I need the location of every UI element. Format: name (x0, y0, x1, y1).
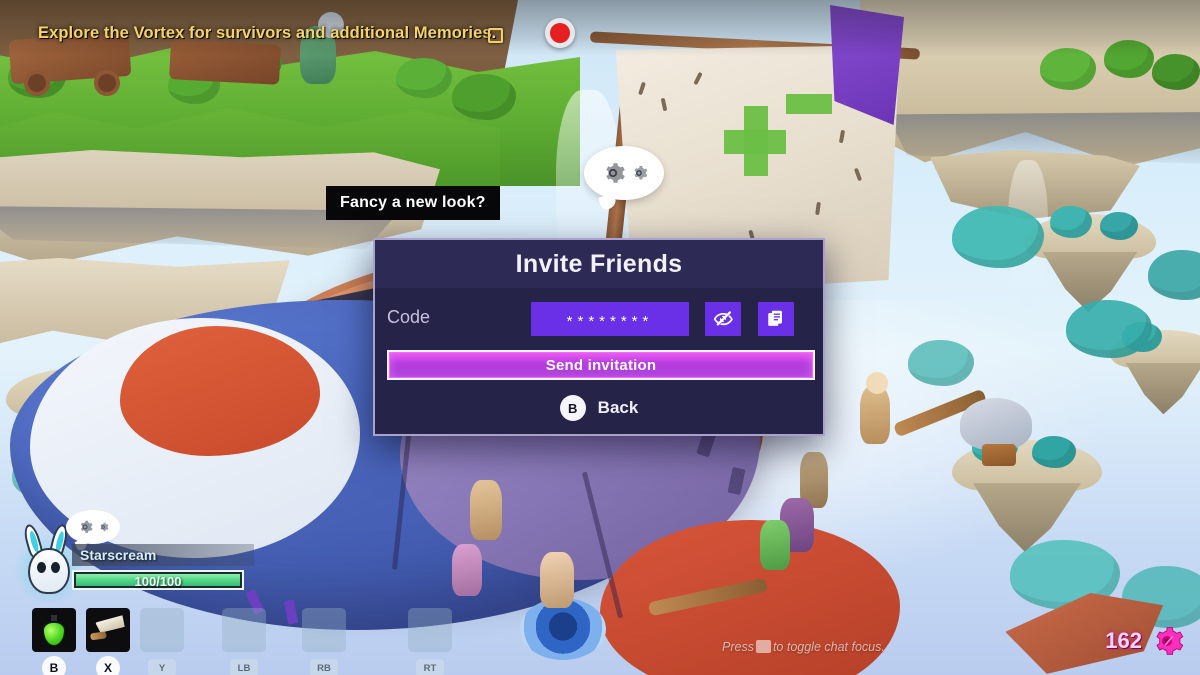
crew-member (866, 372, 888, 394)
send-invitation-wrapper: Send invitation (387, 350, 815, 380)
interaction-tooltip: Fancy a new look? (326, 186, 500, 220)
gear-cog-icon (1156, 627, 1184, 655)
page-title: Invite Friends (515, 249, 683, 278)
invite-code-input[interactable]: ******** (531, 302, 689, 336)
hotbar: B X Y LB RB RT (32, 608, 452, 675)
sail-patch (744, 106, 768, 176)
crew-member (452, 544, 482, 596)
hotbar-key-y: Y (148, 659, 176, 675)
tree (1152, 54, 1200, 90)
hotbar-slot-empty-rb[interactable]: RB (302, 608, 346, 675)
currency-amount: 162 (1105, 628, 1142, 653)
balloon-airship-small-basket (982, 444, 1016, 466)
empty-checkbox-icon (488, 28, 503, 43)
currency-display: 162 (1105, 624, 1184, 658)
chat-focus-hint: Press to toggle chat focus. (722, 640, 885, 654)
quest-objective-text: Explore the Vortex for survivors and add… (38, 24, 497, 42)
avatar-gears-bubble-icon (66, 510, 120, 544)
crew-member (760, 520, 790, 570)
sail-patch (786, 94, 832, 114)
hotbar-slot-empty-rt[interactable]: RT (408, 608, 452, 675)
hotbar-slot-potion[interactable]: B (32, 608, 76, 675)
health-potion-icon (43, 614, 65, 646)
cleaver-icon (89, 611, 129, 649)
record-cursor-icon (545, 18, 575, 48)
dialog-body: Code ******** Send invitation B Back (375, 288, 823, 438)
back-button[interactable]: B Back (375, 392, 823, 424)
chat-hint-suffix: to toggle chat focus. (772, 640, 885, 654)
tree-cluster (908, 340, 974, 386)
avatar-body (28, 548, 70, 594)
hotbar-key-lb: LB (230, 659, 258, 675)
hotbar-slot-empty-lb[interactable]: LB (222, 608, 266, 675)
code-label: Code (387, 307, 431, 327)
player-name: Starscream (80, 547, 157, 563)
avatar-eye-left (37, 562, 46, 573)
copy-code-button[interactable] (758, 302, 794, 336)
dialog-header: Invite Friends (375, 240, 823, 288)
back-label: Back (597, 398, 639, 417)
avatar-eye-right (51, 562, 60, 573)
cart-wheel (24, 70, 50, 96)
toggle-code-visibility-button[interactable] (705, 302, 741, 336)
hotbar-key-b: B (42, 656, 66, 675)
send-invitation-button[interactable]: Send invitation (389, 352, 813, 378)
keyboard-key-icon (755, 640, 771, 653)
game-screen: Explore the Vortex for survivors and add… (0, 0, 1200, 675)
gears-speech-bubble-icon (584, 146, 664, 200)
wooden-cart (169, 39, 281, 85)
tree (1100, 212, 1138, 240)
eye-slash-icon (713, 311, 733, 326)
cart-wheel (94, 70, 120, 96)
hotbar-key-x: X (96, 656, 120, 675)
tooltip-text: Fancy a new look? (340, 194, 486, 211)
tree (452, 74, 516, 120)
player-name-plate: Starscream (72, 544, 254, 566)
hotbar-key-rt: RT (416, 659, 444, 675)
code-row: Code ******** (375, 298, 823, 342)
gamepad-b-button-icon: B (559, 395, 586, 421)
crew-member (860, 386, 890, 444)
crew-member (470, 480, 502, 540)
tree (1032, 436, 1076, 468)
tree (396, 58, 452, 98)
tree-cluster (1066, 300, 1152, 358)
hotbar-slot-empty-y[interactable]: Y (140, 608, 184, 675)
tree (1104, 40, 1154, 78)
crew-member (540, 552, 574, 608)
tree (1040, 48, 1096, 90)
tree-cluster (952, 206, 1044, 268)
invite-friends-dialog: Invite Friends Code ******** Send invita… (373, 238, 825, 436)
health-value-text: 100/100 (134, 573, 182, 589)
hotbar-slot-weapon[interactable]: X (86, 608, 130, 675)
balloon-airship-small (960, 398, 1032, 450)
player-hud: Starscream 100/100 B X Y LB RB RT (14, 510, 452, 675)
tree (1050, 206, 1092, 238)
hotbar-key-rb: RB (310, 659, 338, 675)
chat-hint-prefix: Press (722, 640, 754, 654)
copy-document-icon (768, 310, 782, 326)
